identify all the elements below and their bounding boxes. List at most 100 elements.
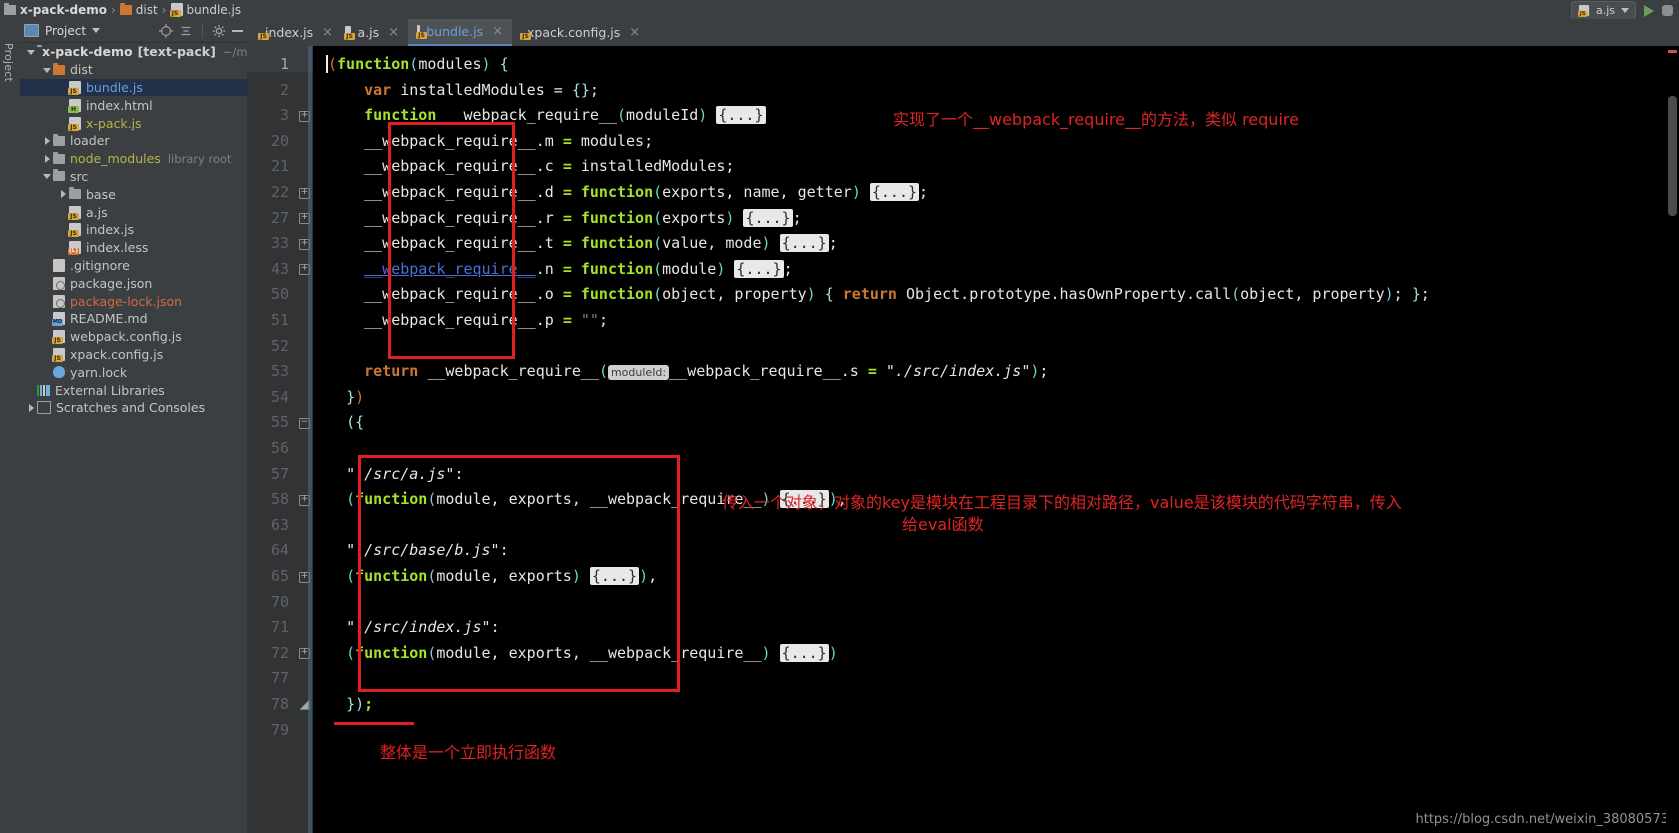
run-icon[interactable] bbox=[1644, 4, 1654, 17]
code-token: __webpack_require__ bbox=[418, 362, 599, 381]
code-line[interactable]: return __webpack_require__(moduleId: __we… bbox=[313, 359, 1679, 385]
close-icon[interactable]: × bbox=[388, 25, 399, 40]
error-stripe-marker[interactable] bbox=[1668, 50, 1677, 53]
line-number: 3 bbox=[279, 106, 289, 125]
tree-item-loader[interactable]: loader bbox=[20, 132, 247, 150]
ide-window: x-pack-demo › dist › bundle.js a.js Proj… bbox=[0, 0, 1679, 833]
chevron-down-icon[interactable] bbox=[92, 28, 101, 33]
chevron-down-icon[interactable] bbox=[26, 47, 36, 57]
chevron-down-icon[interactable] bbox=[42, 171, 52, 181]
tree-item-index-html[interactable]: index.html bbox=[20, 96, 247, 114]
editor-tab-xpack-config-js[interactable]: xpack.config.js × bbox=[512, 19, 642, 46]
breadcrumb-item-dist[interactable]: dist bbox=[119, 2, 158, 17]
code-line[interactable]: (function(modules) { bbox=[313, 52, 1679, 78]
code-token: ; bbox=[1393, 285, 1412, 304]
chevron-right-icon[interactable] bbox=[58, 189, 68, 199]
breadcrumb-item-file[interactable]: bundle.js bbox=[169, 3, 241, 17]
tree-item-xpack-config-js[interactable]: xpack.config.js bbox=[20, 346, 247, 364]
scrollbar-thumb[interactable] bbox=[1668, 96, 1677, 216]
editor-tabs: index.js × a.js × bundle.js × xpack.config.js × bbox=[247, 19, 1679, 46]
code-line[interactable] bbox=[313, 334, 1679, 360]
breadcrumb-item-project[interactable]: x-pack-demo bbox=[4, 2, 107, 17]
tree-item-package-json[interactable]: package.json bbox=[20, 274, 247, 292]
code-token: ( bbox=[598, 362, 608, 381]
debug-icon[interactable] bbox=[1662, 5, 1673, 16]
tree-item-package-lock-json[interactable]: package-lock.json bbox=[20, 292, 247, 310]
code-line[interactable]: __webpack_require__.c = installedModules… bbox=[313, 154, 1679, 180]
editor-tab-a-js[interactable]: a.js × bbox=[336, 19, 408, 46]
code-line[interactable]: __webpack_require__.d = function(exports… bbox=[313, 180, 1679, 206]
chevron-down-icon[interactable] bbox=[42, 65, 52, 75]
code-editor[interactable]: 1 2 3 +20 21 22 +27 +33 +43 +50 51 52 53 54 55−56 57 58 +… bbox=[247, 46, 1679, 833]
code-line[interactable]: __webpack_require__.t = function(value, … bbox=[313, 231, 1679, 257]
code-line[interactable]: ({ bbox=[313, 410, 1679, 436]
chevron-right-icon[interactable] bbox=[42, 136, 52, 146]
tree-item-base[interactable]: base bbox=[20, 185, 247, 203]
tree-item-external-libraries[interactable]: External Libraries bbox=[20, 381, 247, 399]
tree-item-scratches-and-consoles[interactable]: Scratches and Consoles bbox=[20, 399, 247, 417]
tree-item-index-less[interactable]: index.less bbox=[20, 239, 247, 257]
locate-icon[interactable] bbox=[159, 23, 173, 38]
folder-icon bbox=[4, 2, 16, 15]
js-file-icon bbox=[52, 347, 65, 362]
code-line[interactable]: }); bbox=[313, 692, 1679, 718]
close-icon[interactable]: × bbox=[629, 25, 640, 40]
tree-item-x-pack-demo[interactable]: x-pack-demo[text-pack] ~/my/m bbox=[20, 43, 247, 61]
code-line[interactable]: __webpack_require__.m = modules; bbox=[313, 129, 1679, 155]
chevron-right-icon[interactable] bbox=[42, 154, 52, 164]
tree-item-index-js[interactable]: index.js bbox=[20, 221, 247, 239]
line-number: 64 bbox=[270, 541, 289, 560]
code-line[interactable]: __webpack_require__.o = function(object,… bbox=[313, 282, 1679, 308]
code-token: __webpack_require__.s bbox=[669, 362, 868, 381]
settings-gear-icon[interactable] bbox=[212, 24, 226, 38]
tool-window-button-project[interactable]: Project bbox=[2, 43, 15, 82]
js-file-icon bbox=[169, 3, 183, 17]
editor-tab-bundle-js[interactable]: bundle.js × bbox=[408, 19, 512, 46]
hide-panel-icon[interactable] bbox=[232, 29, 243, 32]
tree-item-readme-md[interactable]: README.md bbox=[20, 310, 247, 328]
tree-item-src[interactable]: src bbox=[20, 168, 247, 186]
line-number: 70 bbox=[270, 592, 289, 611]
code-line[interactable]: }) bbox=[313, 385, 1679, 411]
line-number: 58 bbox=[270, 490, 289, 509]
code-token: ( bbox=[653, 183, 663, 201]
js-file-icon bbox=[68, 80, 81, 95]
line-number: 53 bbox=[270, 362, 289, 381]
code-line[interactable]: __webpack_require__.r = function(exports… bbox=[313, 206, 1679, 232]
collapse-all-icon[interactable] bbox=[179, 24, 193, 38]
tree-item-x-pack-js[interactable]: x-pack.js bbox=[20, 114, 247, 132]
code-line[interactable]: var installedModules = {}; bbox=[313, 78, 1679, 104]
js-file-icon bbox=[415, 25, 428, 39]
tree-item-webpack-config-js[interactable]: webpack.config.js bbox=[20, 328, 247, 346]
editor-tab-index-js[interactable]: index.js × bbox=[250, 19, 336, 46]
tree-item-node-modules[interactable]: node_modules library root bbox=[20, 150, 247, 168]
tree-item-bundle-js[interactable]: bundle.js bbox=[20, 78, 247, 97]
chevron-right-icon[interactable] bbox=[26, 403, 36, 413]
tree-item--gitignore[interactable]: .gitignore bbox=[20, 257, 247, 275]
code-line[interactable]: __webpack_require__.n = function(module)… bbox=[313, 257, 1679, 283]
line-number: 78 bbox=[270, 695, 289, 713]
tree-item-branch: [text-pack] bbox=[137, 44, 216, 60]
close-icon[interactable]: × bbox=[322, 25, 333, 40]
editor-scrollbar[interactable] bbox=[1666, 46, 1679, 833]
code-line[interactable]: __webpack_require__.p = ""; bbox=[313, 308, 1679, 334]
run-configuration-selector[interactable]: a.js bbox=[1570, 1, 1636, 20]
editor-gutter[interactable]: 1 2 3 +20 21 22 +27 +33 +43 +50 51 52 53 54 55−56 57 58 +… bbox=[247, 46, 313, 833]
tree-item-a-js[interactable]: a.js bbox=[20, 203, 247, 221]
code-text-area[interactable]: (function(modules) { var installedModule… bbox=[313, 46, 1679, 833]
tree-item-dist[interactable]: dist bbox=[20, 61, 247, 79]
project-tree[interactable]: x-pack-demo[text-pack] ~/my/m distbundle.j… bbox=[20, 43, 247, 833]
close-icon[interactable]: × bbox=[492, 24, 503, 39]
tree-item-yarn-lock[interactable]: yarn.lock bbox=[20, 363, 247, 381]
code-token: }) bbox=[346, 695, 365, 713]
folder-icon bbox=[53, 133, 65, 146]
line-number: 27 bbox=[270, 208, 289, 227]
line-number: 55 bbox=[270, 413, 289, 432]
line-number: 71 bbox=[270, 618, 289, 637]
